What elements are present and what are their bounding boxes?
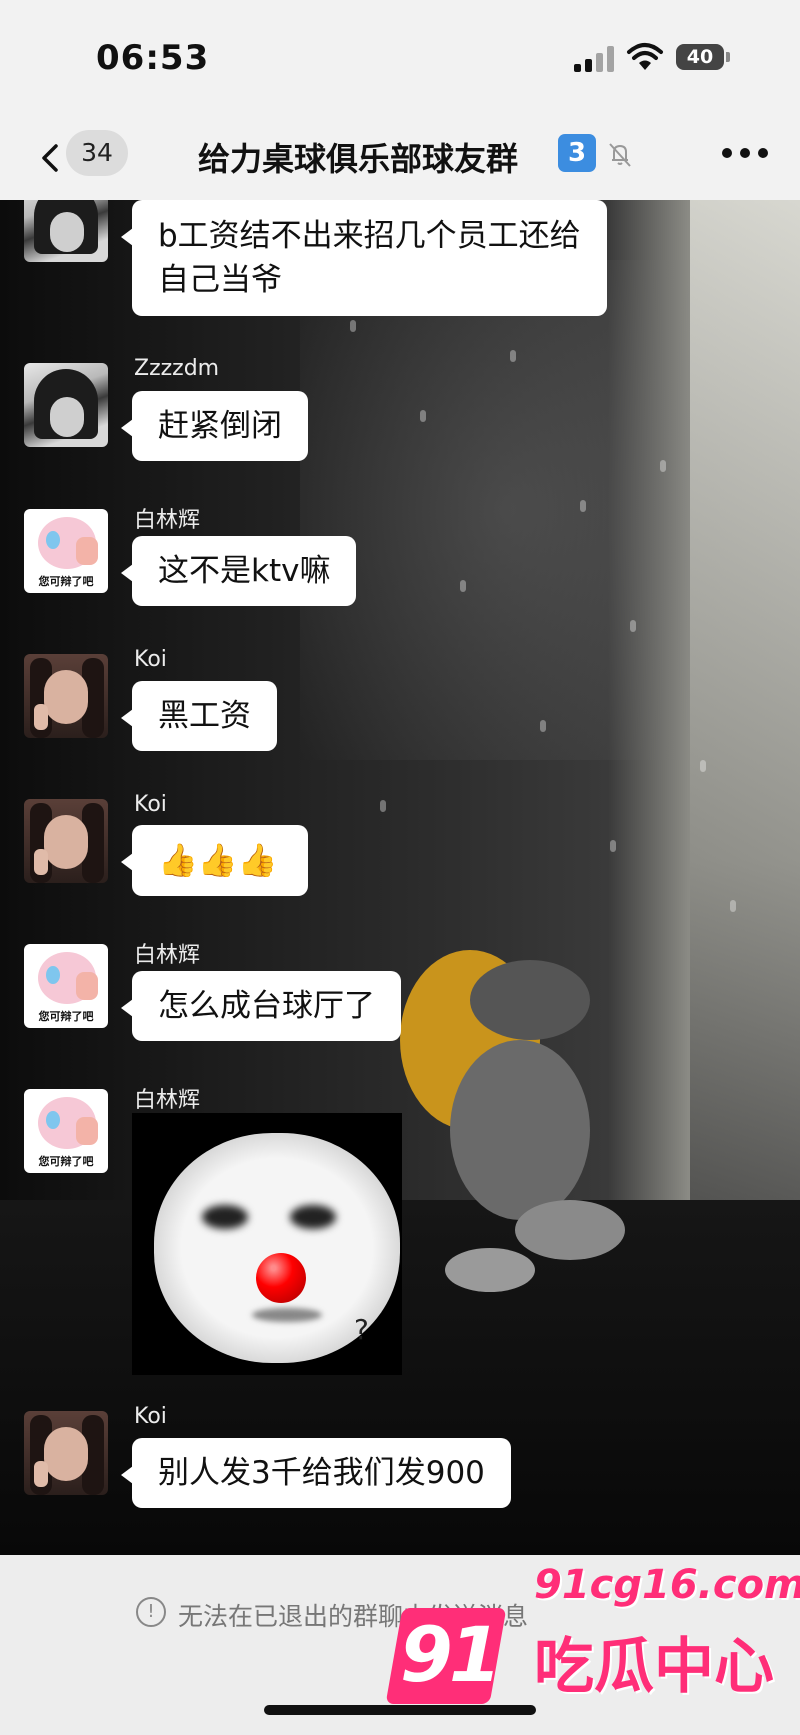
watermark-url: 91cg16.com [534,1562,800,1608]
background-toy-figure [400,950,625,1292]
background-glow [300,260,720,760]
sender-name: 白林辉 [134,1088,201,1113]
message-bubble[interactable]: 怎么成台球厅了 [121,971,401,1041]
avatar-caption: 您可辩了吧 [38,1155,94,1168]
sender-name: 白林辉 [134,508,201,533]
muted-bell-icon [609,143,631,167]
sender-name: Koi [134,1404,167,1429]
sender-name: 白林辉 [134,943,201,968]
sender-avatar[interactable] [24,799,108,883]
wifi-icon [627,43,663,70]
chat-message-area[interactable]: b工资结不出来招几个员工还给 自己当爷 Zzzzdm 赶紧倒闭 您可辩了吧 白林… [0,200,800,1555]
status-time: 06:53 [96,38,210,78]
info-icon: ! [136,1597,166,1627]
message-bubble[interactable]: 这不是ktv嘛 [120,536,357,606]
message-bubble[interactable]: 👍👍👍 [121,825,308,896]
sender-name: Koi [134,792,167,817]
watermark-logo-number: 91 [400,1610,502,1699]
message-text-line: 自己当爷 [158,262,282,298]
message-bubble[interactable]: 黑工资 [121,681,277,751]
unread-count-badge[interactable]: 34 [66,130,128,176]
sender-avatar[interactable] [24,1411,108,1495]
sender-avatar[interactable] [24,200,108,262]
chat-header: 34 给力桌球俱乐部球友群 3 [0,120,800,200]
sender-name: Koi [134,647,167,672]
battery-icon: 40 [676,44,730,70]
sender-avatar[interactable]: 您可辩了吧 [24,509,108,593]
message-bubble[interactable]: 赶紧倒闭 [121,391,308,461]
sender-avatar[interactable] [24,363,108,447]
message-text-line: b工资结不出来招几个员工还给 [158,218,581,254]
status-bar: 06:53 40 [0,0,800,120]
watermark-brand-text: 吃瓜中心 [534,1632,774,1702]
clown-face-sticker[interactable]: ? [132,1113,402,1375]
avatar-caption: 您可辩了吧 [38,1010,94,1023]
page-title: 给力桌球俱乐部球友群 [198,140,519,178]
message-bubble[interactable]: 别人发3千给我们发900 [121,1438,511,1508]
avatar-caption: 您可辩了吧 [38,575,94,588]
cellular-signal-icon [574,46,616,72]
sender-avatar[interactable] [24,654,108,738]
home-indicator[interactable] [264,1705,536,1715]
background-window [690,200,800,1300]
sender-avatar[interactable]: 您可辩了吧 [24,944,108,1028]
sender-name: Zzzzdm [134,356,220,381]
more-options-icon[interactable] [722,148,768,160]
message-bubble[interactable]: b工资结不出来招几个员工还给 自己当爷 [121,200,607,316]
thumbs-up-emoji-group: 👍👍👍 [158,841,278,879]
group-keycap-badge: 3 [558,134,596,172]
sender-avatar[interactable]: 您可辩了吧 [24,1089,108,1173]
